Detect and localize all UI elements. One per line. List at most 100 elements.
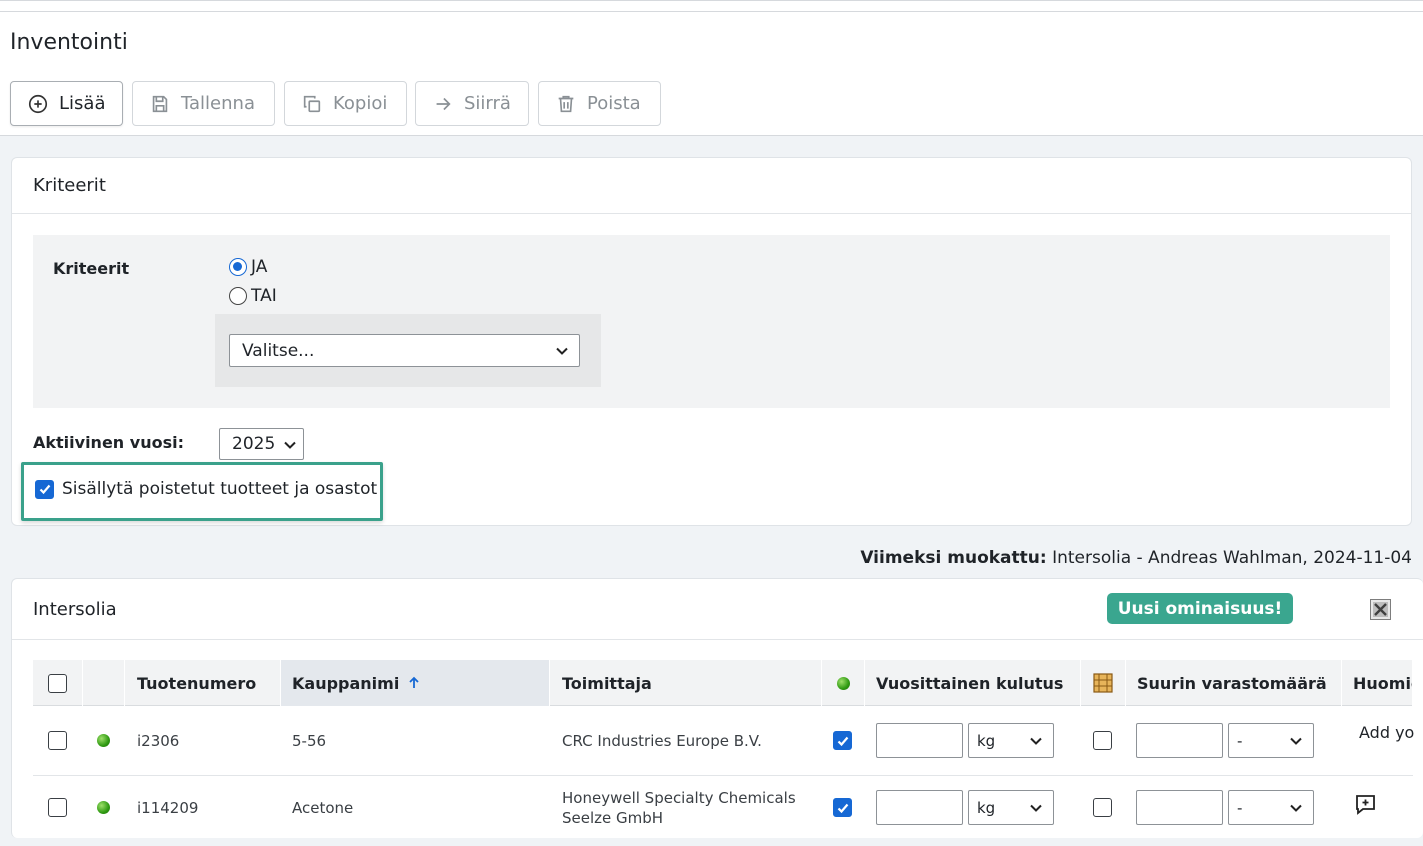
select-all-cell [33, 660, 83, 706]
save-button[interactable]: Tallenna [132, 81, 275, 126]
storage-box-icon [1093, 673, 1113, 693]
active-year-label: Aktiivinen vuosi: [33, 433, 184, 452]
note-text[interactable]: Add yo [1359, 722, 1414, 742]
column-header-trade-name[interactable]: Kauppanimi [281, 660, 550, 706]
chevron-down-icon [1030, 737, 1042, 745]
row-active-cell [833, 798, 852, 817]
table-row: i114209 Acetone Honeywell Specialty Chem… [33, 776, 1413, 846]
column-header-storage [1081, 660, 1126, 706]
row-storage-cell [1093, 798, 1112, 817]
criteria-label: Kriteerit [53, 259, 130, 278]
criteria-select-container: Valitse... [215, 314, 601, 387]
status-header [83, 660, 125, 706]
product-number: i2306 [137, 732, 180, 750]
row-select-cell [48, 731, 67, 750]
consumption-unit-select[interactable]: kg [968, 723, 1054, 758]
active-year-select[interactable]: 2025 [219, 428, 304, 460]
green-status-icon [97, 801, 110, 814]
column-header-notes[interactable]: Huomio [1342, 660, 1413, 706]
trash-icon [558, 95, 574, 112]
excel-export-icon[interactable] [1370, 599, 1391, 620]
max-storage-input[interactable] [1136, 723, 1223, 758]
max-storage-input[interactable] [1136, 790, 1223, 825]
consumption-unit-value: kg [977, 798, 996, 817]
storage-checkbox[interactable] [1093, 798, 1112, 817]
supplier: Honeywell Specialty Chemicals Seelze Gmb… [562, 789, 796, 827]
trade-name-header-label: Kauppanimi [292, 673, 400, 693]
annual-consumption-input[interactable] [876, 790, 963, 825]
include-deleted-label: Sisällytä poistetut tuotteet ja osastot [62, 479, 378, 499]
column-header-active [822, 660, 865, 706]
chevron-down-icon [1030, 804, 1042, 812]
column-header-max-storage[interactable]: Suurin varastomäärä [1126, 660, 1342, 706]
supplier: CRC Industries Europe B.V. [562, 732, 762, 750]
top-toolbar-area: Inventointi Lisää Tallenna Kopioi Siirrä… [0, 0, 1423, 136]
last-modified-value: Intersolia - Andreas Wahlman, 2024-11-04 [1052, 548, 1412, 568]
column-header-supplier[interactable]: Toimittaja [550, 660, 822, 706]
radio-or-label: TAI [251, 286, 277, 306]
criteria-card: Kriteerit Kriteerit JA TAI Valitse... Ak… [11, 157, 1412, 526]
active-checkbox[interactable] [833, 798, 852, 817]
consumption-unit-select[interactable]: kg [968, 790, 1054, 825]
criteria-select-value: Valitse... [242, 340, 315, 361]
trade-name[interactable]: 5-56 [292, 731, 326, 751]
green-status-icon [836, 676, 850, 690]
include-deleted-option[interactable]: Sisällytä poistetut tuotteet ja osastot [35, 479, 377, 499]
row-active-cell [833, 731, 852, 750]
plus-circle-icon [28, 94, 48, 113]
row-select-cell [48, 798, 67, 817]
page-title: Inventointi [10, 30, 128, 55]
radio-and[interactable]: JA [229, 257, 267, 277]
chevron-down-icon [284, 441, 296, 449]
product-list-card: Intersolia Uusi ominaisuus! Tuotenumero … [11, 578, 1423, 838]
storage-unit-value: - [1237, 731, 1243, 750]
add-button[interactable]: Lisää [10, 81, 123, 126]
chevron-down-icon [1290, 804, 1302, 812]
storage-checkbox[interactable] [1093, 731, 1112, 750]
chevron-down-icon [556, 347, 568, 355]
active-year-value: 2025 [232, 434, 276, 454]
copy-icon [303, 95, 321, 112]
consumption-unit-value: kg [977, 731, 996, 750]
new-feature-button[interactable]: Uusi ominaisuus! [1107, 593, 1293, 624]
row-checkbox[interactable] [48, 731, 67, 750]
storage-unit-select[interactable]: - [1228, 723, 1314, 758]
table-row: i2306 5-56 CRC Industries Europe B.V. kg… [33, 706, 1414, 776]
include-deleted-checkbox[interactable] [35, 479, 54, 499]
chevron-down-icon [1290, 737, 1302, 745]
row-checkbox[interactable] [48, 798, 67, 817]
copy-button-label: Kopioi [333, 93, 388, 114]
delete-button-label: Poista [587, 93, 641, 114]
divider [0, 11, 1423, 12]
radio-or[interactable]: TAI [229, 286, 277, 306]
last-modified-label: Viimeksi muokattu: [860, 548, 1047, 568]
active-checkbox[interactable] [833, 731, 852, 750]
green-status-icon [97, 734, 110, 747]
trade-name[interactable]: Acetone [292, 798, 353, 818]
annual-consumption-input[interactable] [876, 723, 963, 758]
last-modified: Viimeksi muokattu: Intersolia - Andreas … [860, 548, 1412, 568]
delete-button[interactable]: Poista [538, 81, 661, 126]
copy-button[interactable]: Kopioi [284, 81, 407, 126]
arrow-right-icon [436, 97, 451, 110]
radio-and-button[interactable] [229, 258, 247, 276]
column-header-product-number[interactable]: Tuotenumero [125, 660, 281, 706]
add-comment-icon[interactable] [1353, 792, 1378, 817]
include-deleted-highlight: Sisällytä poistetut tuotteet ja osastot [21, 462, 383, 521]
move-button[interactable]: Siirrä [415, 81, 529, 126]
move-button-label: Siirrä [464, 93, 511, 114]
list-card-title: Intersolia [33, 598, 117, 620]
checkmark-icon [837, 803, 848, 813]
storage-unit-select[interactable]: - [1228, 790, 1314, 825]
product-number: i114209 [137, 799, 199, 817]
checkmark-icon [39, 484, 50, 495]
save-button-label: Tallenna [181, 93, 255, 114]
row-status-cell [97, 734, 110, 747]
criteria-card-header: Kriteerit [12, 158, 1411, 214]
sort-ascending-icon [409, 676, 419, 688]
storage-unit-value: - [1237, 798, 1243, 817]
criteria-select[interactable]: Valitse... [229, 334, 580, 367]
radio-or-button[interactable] [229, 287, 247, 305]
select-all-checkbox[interactable] [48, 673, 67, 693]
column-header-annual-consumption[interactable]: Vuosittainen kulutus [865, 660, 1081, 706]
